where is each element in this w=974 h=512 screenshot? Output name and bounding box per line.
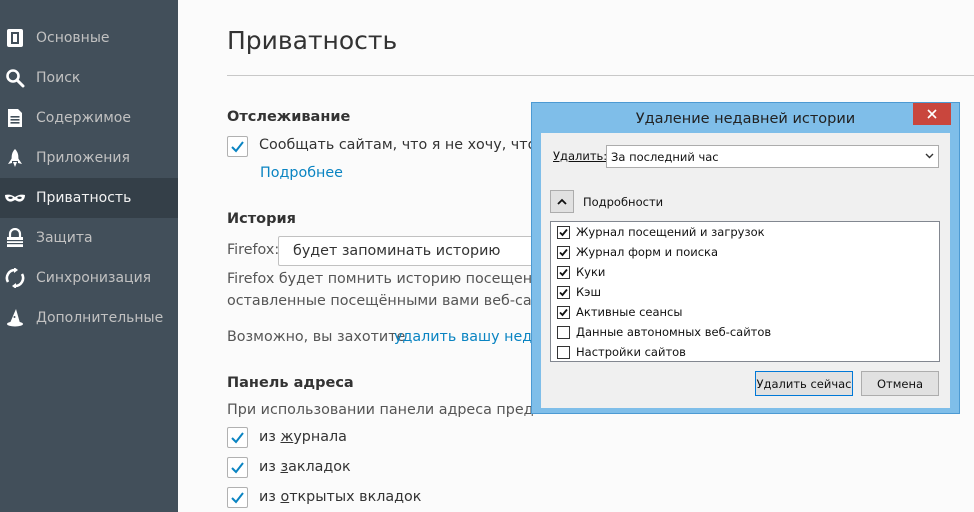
sidebar-item-general[interactable]: Основные (0, 18, 178, 58)
cancel-button[interactable]: Отмена (861, 371, 939, 396)
title-divider (227, 75, 974, 76)
checkmark-icon (559, 248, 568, 256)
sidebar-item-security[interactable]: Защита (0, 218, 178, 258)
time-range-value: За последний час (611, 150, 719, 164)
history-description-line1: Firefox будет помнить историю посещений, (227, 271, 556, 287)
history-hint-text: Возможно, вы захотите (227, 329, 406, 345)
suggest-bookmarks-checkbox[interactable] (227, 457, 248, 478)
cache-checkbox[interactable] (557, 285, 570, 299)
clear-history-dialog: Удаление недавней истории Удалить: За по… (531, 102, 960, 414)
list-item[interactable]: Активные сеансы (557, 303, 682, 321)
sidebar-item-label: Содержимое (36, 110, 131, 126)
list-item-label: Данные автономных веб-сайтов (576, 325, 772, 339)
history-heading: История (227, 211, 296, 227)
dialog-body: Удалить: За последний час Подробности Жу… (541, 133, 950, 408)
sync-icon (5, 268, 25, 288)
wizard-hat-icon (7, 309, 23, 327)
tracking-more-link[interactable]: Подробнее (260, 165, 343, 181)
sidebar-item-search[interactable]: Поиск (0, 58, 178, 98)
list-item[interactable]: Настройки сайтов (557, 343, 686, 361)
list-item-label: Журнал посещений и загрузок (576, 225, 765, 239)
checkmark-icon (559, 308, 568, 316)
details-label: Подробности (583, 195, 664, 209)
history-mode-select[interactable]: будет запоминать историю (278, 236, 538, 266)
document-icon (8, 109, 22, 127)
time-range-select[interactable]: За последний час (606, 145, 939, 168)
sidebar-item-label: Основные (36, 30, 110, 46)
cookies-checkbox[interactable] (557, 265, 570, 279)
checkmark-icon (559, 228, 568, 236)
checkmark-icon (231, 432, 244, 444)
clear-now-button[interactable]: Удалить сейчас (755, 371, 853, 396)
browsing-history-checkbox[interactable] (557, 225, 570, 239)
sidebar-item-applications[interactable]: Приложения (0, 138, 178, 178)
list-item-label: Куки (576, 265, 606, 279)
checkmark-icon (231, 462, 244, 474)
list-item-label: Кэш (576, 285, 601, 299)
chevron-down-icon (925, 153, 934, 159)
checkmark-icon (231, 492, 244, 504)
page-title: Приватность (227, 26, 398, 55)
sidebar-item-advanced[interactable]: Дополнительные (0, 298, 178, 338)
time-range-label: Удалить: (553, 149, 608, 163)
sidebar-item-label: Приватность (36, 190, 132, 206)
do-not-track-checkbox[interactable] (227, 136, 248, 157)
lock-icon (7, 228, 23, 247)
suggest-open-tabs-label: из открытых вкладок (259, 489, 422, 505)
suggest-bookmarks-label: из закладок (259, 459, 351, 475)
do-not-track-label: Сообщать сайтам, что я не хочу, чтобы (259, 137, 557, 153)
offline-data-checkbox[interactable] (557, 325, 570, 339)
search-icon (6, 69, 25, 88)
sidebar-item-label: Дополнительные (36, 310, 164, 326)
form-history-checkbox[interactable] (557, 245, 570, 259)
checkmark-icon (231, 141, 244, 153)
sidebar-item-privacy[interactable]: Приватность (0, 178, 178, 218)
list-item[interactable]: Журнал посещений и загрузок (557, 223, 765, 241)
chevron-up-icon (557, 198, 567, 205)
preferences-window: Основные Поиск Содержимое Приложения При… (0, 0, 974, 512)
active-sessions-checkbox[interactable] (557, 305, 570, 319)
sidebar-item-label: Защита (36, 230, 93, 246)
sidebar-item-label: Приложения (36, 150, 130, 166)
checkmark-icon (559, 288, 568, 296)
suggest-history-checkbox[interactable] (227, 427, 248, 448)
mask-icon (5, 194, 25, 202)
dialog-title: Удаление недавней истории (635, 111, 856, 127)
address-bar-description: При использовании панели адреса предла (227, 402, 552, 418)
list-item[interactable]: Журнал форм и поиска (557, 243, 718, 261)
clear-history-link[interactable]: удалить вашу недав (394, 329, 549, 345)
rocket-icon (8, 149, 22, 167)
firefox-label: Firefox: (227, 242, 280, 258)
history-description-line2: оставленные посещёнными вами веб-сайта (227, 293, 559, 309)
suggest-history-label: из журнала (259, 429, 347, 445)
list-item-label: Настройки сайтов (576, 345, 686, 359)
list-item-label: Активные сеансы (576, 305, 683, 319)
details-toggle-button[interactable] (550, 190, 574, 213)
list-item[interactable]: Кэш (557, 283, 601, 301)
list-item[interactable]: Данные автономных веб-сайтов (557, 323, 771, 341)
sidebar-item-sync[interactable]: Синхронизация (0, 258, 178, 298)
sidebar-item-label: Поиск (36, 70, 81, 86)
list-item-label: Журнал форм и поиска (576, 245, 719, 259)
tracking-heading: Отслеживание (227, 109, 351, 125)
sidebar: Основные Поиск Содержимое Приложения При… (0, 0, 178, 512)
suggest-open-tabs-checkbox[interactable] (227, 487, 248, 508)
sidebar-item-content[interactable]: Содержимое (0, 98, 178, 138)
address-bar-heading: Панель адреса (227, 375, 354, 391)
list-item[interactable]: Куки (557, 263, 605, 281)
site-settings-checkbox[interactable] (557, 345, 570, 359)
history-items-list: Журнал посещений и загрузок Журнал форм … (550, 221, 940, 362)
checkmark-icon (559, 268, 568, 276)
sidebar-item-label: Синхронизация (36, 270, 152, 286)
dialog-close-button[interactable] (913, 103, 951, 125)
close-icon (927, 109, 937, 119)
general-icon (7, 29, 23, 47)
